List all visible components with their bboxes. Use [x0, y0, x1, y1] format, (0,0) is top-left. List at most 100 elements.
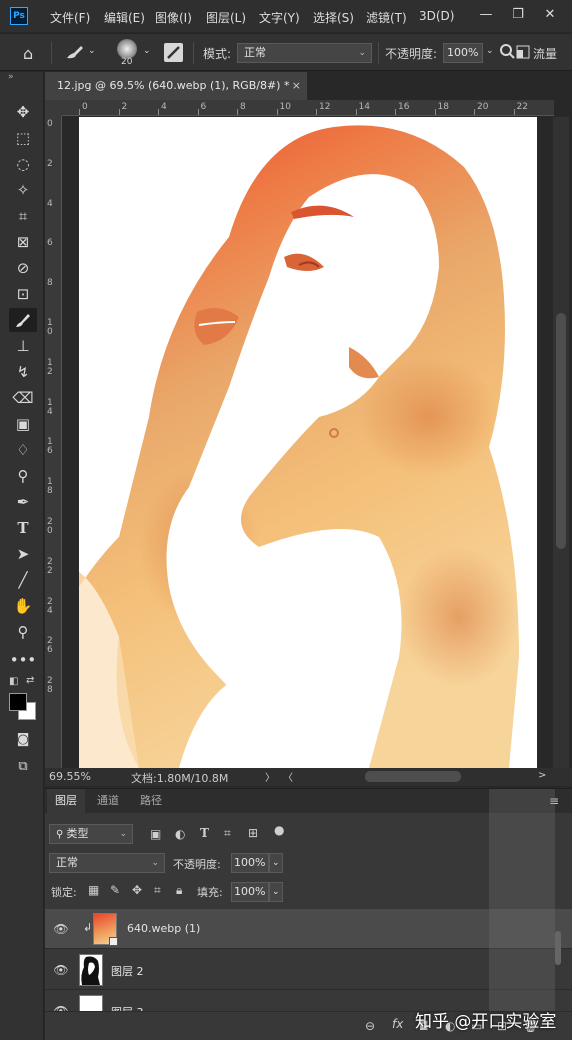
horizontal-ruler[interactable]: 0 2 4 6 8 10 12 14 16 18 20 22: [62, 100, 554, 116]
eraser-tool-icon[interactable]: ⌫: [9, 386, 37, 410]
menu-type[interactable]: 文字(Y): [259, 9, 300, 26]
document-size[interactable]: 文档:1.80M/10.8M: [131, 770, 228, 786]
layer-name[interactable]: 640.webp (1): [127, 922, 200, 935]
crop-tool-icon[interactable]: ⌗: [9, 204, 37, 228]
document-canvas[interactable]: [79, 117, 537, 768]
close-tab-icon[interactable]: ×: [292, 72, 301, 100]
healing-brush-tool-icon[interactable]: ⊡: [9, 282, 37, 306]
minimize-icon[interactable]: —: [476, 6, 496, 24]
tab-paths[interactable]: 路径: [132, 789, 170, 813]
marquee-tool-icon[interactable]: ⬚: [9, 126, 37, 150]
lock-position-icon[interactable]: ✥: [132, 883, 142, 897]
canvas-vertical-scrollbar[interactable]: [553, 117, 569, 768]
brush-tool-icon[interactable]: [9, 308, 37, 332]
tab-layers[interactable]: 图层: [47, 789, 85, 813]
clipping-arrow-icon: ↲: [83, 921, 93, 934]
dodge-tool-icon[interactable]: ⚲: [9, 464, 37, 488]
mode-select[interactable]: 正常 ⌄: [237, 43, 372, 63]
menu-file[interactable]: 文件(F): [50, 9, 90, 26]
scrollbar-thumb[interactable]: [556, 313, 566, 549]
default-colors-icon[interactable]: ◧: [9, 676, 18, 687]
ruler-tick-label: 10: [279, 102, 291, 112]
brush-settings-panel-icon[interactable]: [164, 43, 183, 62]
menu-select[interactable]: 选择(S): [313, 9, 354, 26]
move-tool-icon[interactable]: ✥: [9, 100, 37, 124]
filter-smart-object-icon[interactable]: ⊞: [248, 826, 258, 840]
chevron-down-icon[interactable]: ⌄: [486, 46, 494, 56]
blur-tool-icon[interactable]: ♢: [9, 438, 37, 462]
zoom-tool-icon[interactable]: ⚲: [9, 620, 37, 644]
type-tool-icon[interactable]: T: [9, 516, 37, 540]
menu-image[interactable]: 图像(I): [155, 9, 192, 26]
hand-tool-icon[interactable]: ✋: [9, 594, 37, 618]
lock-transparent-icon[interactable]: ▦: [88, 883, 99, 897]
screen-mode-icon[interactable]: ⧉: [9, 755, 37, 779]
swap-colors-icon[interactable]: ⇄: [26, 675, 34, 686]
filter-pixel-icon[interactable]: ▣: [150, 827, 161, 841]
chevron-down-icon[interactable]: ⌄: [269, 853, 283, 873]
ruler-tick: [237, 109, 238, 115]
menu-edit[interactable]: 编辑(E): [104, 9, 145, 26]
ruler-tick-label: 4: [47, 198, 53, 209]
status-arrow-right[interactable]: 〉: [265, 769, 275, 784]
chevron-down-icon: ⌄: [119, 829, 127, 839]
pressure-opacity-icon[interactable]: [499, 43, 515, 65]
fx-icon[interactable]: fx: [392, 1017, 403, 1031]
magic-wand-tool-icon[interactable]: ✧: [9, 178, 37, 202]
brush-preset-icon[interactable]: [64, 43, 86, 65]
chevron-down-icon[interactable]: ⌄: [88, 46, 96, 56]
tab-channels[interactable]: 通道: [89, 789, 127, 813]
visibility-eye-icon[interactable]: 👁︎: [53, 963, 69, 977]
zoom-level[interactable]: 69.55%: [49, 770, 91, 783]
ruler-tick-label: 16: [47, 437, 53, 457]
panel-scrollbar[interactable]: [489, 789, 555, 1040]
close-icon[interactable]: ✕: [540, 6, 560, 24]
vertical-ruler[interactable]: 0 2 4 6 8 10 12 14 16 18 20 22 24 26 28: [45, 116, 62, 768]
history-brush-tool-icon[interactable]: ↯: [9, 360, 37, 384]
foreground-color-swatch[interactable]: [9, 693, 27, 711]
document-tab[interactable]: 12.jpg @ 69.5% (640.webp (1), RGB/8#) * …: [45, 72, 307, 100]
divider: [51, 42, 52, 64]
opacity-input[interactable]: 100%: [443, 43, 483, 63]
filter-adjustment-icon[interactable]: ◐: [175, 827, 185, 841]
link-icon[interactable]: ⊖: [365, 1019, 375, 1033]
quick-mask-icon[interactable]: ◙: [9, 728, 37, 752]
menu-layer[interactable]: 图层(L): [206, 9, 246, 26]
lock-artboard-icon[interactable]: ⌗: [154, 883, 161, 898]
chevron-down-icon: ⌄: [358, 48, 366, 58]
home-icon[interactable]: ⌂: [23, 44, 33, 63]
panel-scroll-thumb[interactable]: [555, 931, 561, 965]
eyedropper-tool-icon[interactable]: ⊘: [9, 256, 37, 280]
lock-all-icon[interactable]: 🔒︎: [176, 883, 182, 898]
lock-image-icon[interactable]: ✎: [110, 883, 120, 897]
layer-name[interactable]: 图层 2: [111, 963, 144, 979]
restore-icon[interactable]: ❐: [508, 6, 528, 24]
blend-mode-select[interactable]: 正常 ⌄: [49, 853, 165, 873]
layer-thumbnail[interactable]: [79, 954, 103, 986]
visibility-eye-icon[interactable]: 👁︎: [53, 922, 69, 936]
collapse-panel-icon[interactable]: »: [8, 72, 14, 82]
scroll-left-arrow[interactable]: 〈: [283, 769, 293, 784]
chevron-down-icon[interactable]: ⌄: [269, 882, 283, 902]
filter-type-icon[interactable]: T: [200, 826, 209, 840]
layer-opacity-input[interactable]: 100%: [231, 853, 269, 873]
ruler-tick-label: 14: [358, 102, 370, 112]
layer-filter-select[interactable]: ⚲ 类型 ⌄: [49, 824, 133, 844]
line-tool-icon[interactable]: ╱: [9, 568, 37, 592]
fill-input[interactable]: 100%: [231, 882, 269, 902]
clone-stamp-tool-icon[interactable]: ⊥: [9, 334, 37, 358]
more-tools-icon[interactable]: •••: [9, 648, 37, 672]
chevron-down-icon[interactable]: ⌄: [143, 46, 151, 56]
gradient-tool-icon[interactable]: ▣: [9, 412, 37, 436]
filter-shape-icon[interactable]: ⌗: [224, 826, 231, 841]
lasso-tool-icon[interactable]: ◌: [9, 152, 37, 176]
pen-tool-icon[interactable]: ✒: [9, 490, 37, 514]
menu-filter[interactable]: 滤镜(T): [366, 9, 407, 26]
menu-3d[interactable]: 3D(D): [419, 9, 454, 23]
scroll-right-arrow[interactable]: >: [538, 770, 546, 781]
path-selection-tool-icon[interactable]: ➤: [9, 542, 37, 566]
brush-tip-icon[interactable]: [117, 39, 137, 59]
frame-tool-icon[interactable]: ⊠: [9, 230, 37, 254]
horizontal-scrollbar-thumb[interactable]: [365, 771, 461, 782]
filter-toggle-icon[interactable]: ●: [274, 823, 284, 837]
